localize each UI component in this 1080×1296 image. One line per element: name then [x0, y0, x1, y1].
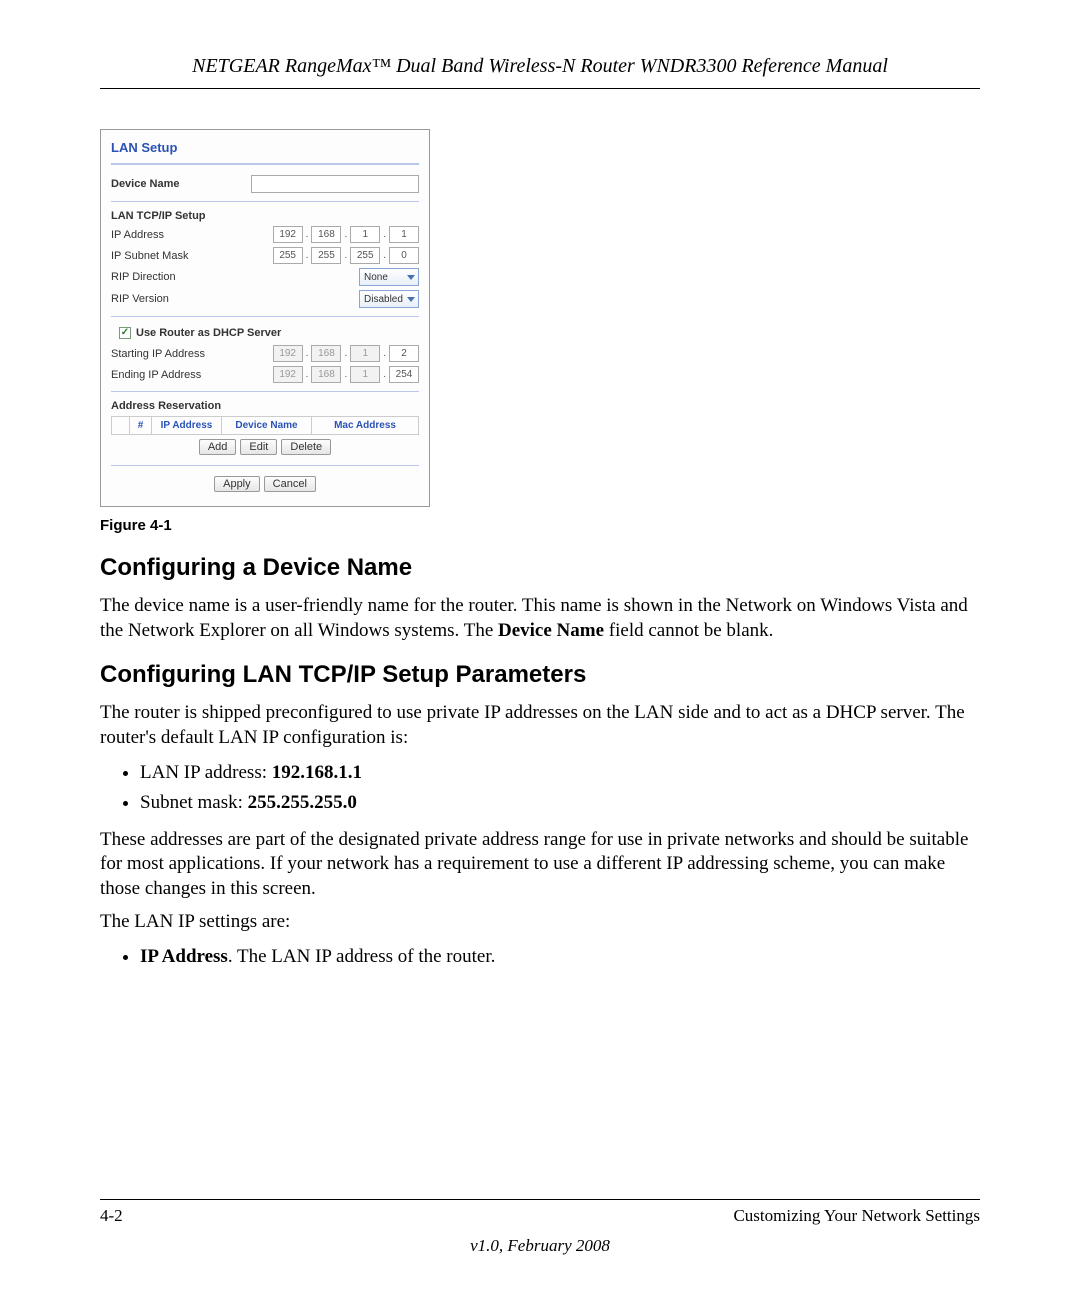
divider	[111, 163, 419, 165]
text-bold: Device Name	[498, 620, 604, 641]
add-button[interactable]: Add	[199, 439, 237, 455]
start-ip-input[interactable]: 192. 168. 1. 2	[273, 345, 419, 362]
section-heading-tcpip: Configuring LAN TCP/IP Setup Parameters	[100, 661, 980, 689]
divider	[111, 465, 419, 466]
list-item: IP Address. The LAN IP address of the ro…	[140, 943, 980, 972]
text-bold: IP Address	[140, 946, 228, 967]
ip-address-label: IP Address	[111, 229, 251, 241]
ip-address-input[interactable]: 192. 168. 1. 1	[273, 226, 419, 243]
ip-octet[interactable]: 192	[273, 226, 303, 243]
ip-octet[interactable]: 255	[273, 247, 303, 264]
section2-para1: The router is shipped preconfigured to u…	[100, 701, 980, 750]
section-heading-device-name: Configuring a Device Name	[100, 554, 980, 582]
list-item: Subnet mask: 255.255.255.0	[140, 789, 980, 818]
page-number: 4-2	[100, 1206, 123, 1226]
chapter-title: Customizing Your Network Settings	[733, 1206, 980, 1226]
ip-octet[interactable]: 168	[311, 226, 341, 243]
addr-reservation-label: Address Reservation	[111, 400, 221, 412]
divider	[111, 391, 419, 392]
delete-button[interactable]: Delete	[281, 439, 331, 455]
text: LAN IP address:	[140, 762, 272, 783]
ip-octet[interactable]: 255	[350, 247, 380, 264]
apply-button[interactable]: Apply	[214, 476, 260, 492]
ip-octet: 168	[311, 345, 341, 362]
cancel-button[interactable]: Cancel	[264, 476, 316, 492]
ip-octet: 192	[273, 366, 303, 383]
rip-version-select[interactable]: Disabled	[359, 290, 419, 308]
tcpip-section-label: LAN TCP/IP Setup	[111, 210, 206, 222]
ip-octet: 192	[273, 345, 303, 362]
panel-title: LAN Setup	[111, 136, 419, 161]
page-header: NETGEAR RangeMax™ Dual Band Wireless-N R…	[100, 55, 980, 89]
ip-octet[interactable]: 254	[389, 366, 419, 383]
subnet-input[interactable]: 255. 255. 255. 0	[273, 247, 419, 264]
dhcp-checkbox-label: Use Router as DHCP Server	[136, 327, 281, 339]
default-config-list: LAN IP address: 192.168.1.1 Subnet mask:…	[100, 759, 980, 818]
text-bold: 255.255.255.0	[248, 792, 357, 813]
rip-direction-label: RIP Direction	[111, 271, 251, 283]
table-col-num: #	[130, 417, 152, 434]
reservation-table: # IP Address Device Name Mac Address	[111, 416, 419, 435]
divider	[111, 316, 419, 317]
start-ip-label: Starting IP Address	[111, 348, 251, 360]
version-date: v1.0, February 2008	[100, 1236, 980, 1256]
ip-octet[interactable]: 255	[311, 247, 341, 264]
subnet-label: IP Subnet Mask	[111, 250, 251, 262]
table-col-ip: IP Address	[152, 417, 222, 434]
ip-octet[interactable]: 1	[389, 226, 419, 243]
lan-ip-settings-list: IP Address. The LAN IP address of the ro…	[100, 943, 980, 972]
table-col-radio	[112, 417, 130, 434]
device-name-input[interactable]	[251, 175, 419, 193]
edit-button[interactable]: Edit	[240, 439, 277, 455]
end-ip-input[interactable]: 192. 168. 1. 254	[273, 366, 419, 383]
ip-octet[interactable]: 0	[389, 247, 419, 264]
ip-octet: 168	[311, 366, 341, 383]
device-name-label: Device Name	[111, 178, 251, 190]
text-bold: 192.168.1.1	[272, 762, 362, 783]
lan-setup-panel: LAN Setup Device Name LAN TCP/IP Setup I…	[100, 129, 430, 507]
end-ip-label: Ending IP Address	[111, 369, 251, 381]
ip-octet[interactable]: 2	[389, 345, 419, 362]
text: . The LAN IP address of the router.	[228, 946, 496, 967]
dhcp-checkbox[interactable]: ✓	[119, 327, 131, 339]
figure-caption: Figure 4-1	[100, 517, 980, 534]
ip-octet[interactable]: 1	[350, 226, 380, 243]
rip-version-label: RIP Version	[111, 293, 251, 305]
table-col-mac: Mac Address	[312, 417, 418, 434]
page-footer: 4-2 Customizing Your Network Settings v1…	[100, 1199, 980, 1256]
section2-para2: These addresses are part of the designat…	[100, 828, 980, 902]
list-item: LAN IP address: 192.168.1.1	[140, 759, 980, 788]
rip-direction-select[interactable]: None	[359, 268, 419, 286]
text: Subnet mask:	[140, 792, 248, 813]
divider	[111, 201, 419, 202]
ip-octet: 1	[350, 366, 380, 383]
table-col-device: Device Name	[222, 417, 312, 434]
text: field cannot be blank.	[604, 620, 773, 641]
section1-paragraph: The device name is a user-friendly name …	[100, 594, 980, 643]
ip-octet: 1	[350, 345, 380, 362]
section2-para3: The LAN IP settings are:	[100, 910, 980, 935]
